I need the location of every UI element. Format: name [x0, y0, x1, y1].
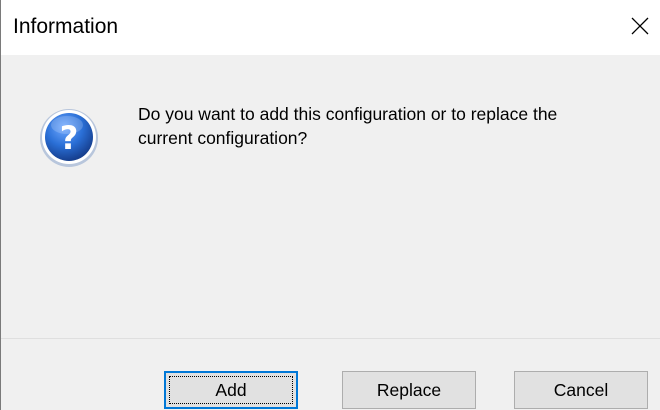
information-dialog: Information ? Do you want to add this co…: [0, 0, 660, 410]
dialog-title: Information: [13, 15, 119, 38]
close-icon: [631, 17, 649, 35]
message-line-2: current configuration?: [138, 128, 308, 148]
dialog-footer: Add Replace Cancel: [1, 339, 660, 410]
title-bar: Information: [1, 0, 660, 55]
dialog-message: Do you want to add this configuration or…: [138, 102, 656, 150]
cancel-button[interactable]: Cancel: [514, 371, 648, 409]
close-button[interactable]: [619, 6, 660, 46]
add-button[interactable]: Add: [164, 371, 298, 409]
cancel-button-label: Cancel: [553, 380, 609, 400]
dialog-content: ? Do you want to add this configuration …: [1, 55, 660, 338]
replace-button-label: Replace: [376, 380, 442, 400]
add-button-label: Add: [215, 380, 247, 400]
replace-button[interactable]: Replace: [342, 371, 476, 409]
svg-text:?: ?: [60, 119, 79, 157]
message-line-1: Do you want to add this configuration or…: [138, 104, 558, 124]
question-icon: ?: [40, 109, 98, 167]
